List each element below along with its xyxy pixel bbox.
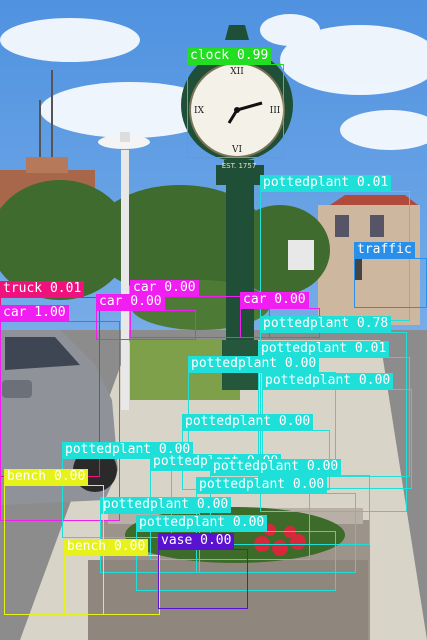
detection-label: traffic — [354, 242, 415, 258]
detection-label: pottedplant 0.00 — [182, 414, 314, 430]
detection-label: clock 0.99 — [187, 48, 272, 64]
detection-box: bench 0.00 — [64, 539, 160, 615]
detection-label: vase 0.00 — [158, 533, 235, 549]
detection-label: pottedplant 0.00 — [100, 497, 232, 513]
detection-label: pottedplant 0.01 — [258, 341, 390, 357]
detection-label: pottedplant 0.00 — [262, 373, 394, 389]
detection-box: traffic — [354, 242, 427, 308]
photo-scene: XII III VI IX EST. 1757 clock 0.99 pottedpl… — [0, 0, 427, 640]
detection-label: car 0.00 — [240, 292, 309, 308]
detection-label: pottedplant 0.00 — [196, 477, 328, 493]
detection-label: pottedplant 0.01 — [260, 175, 392, 191]
detection-label: car 1.00 — [0, 305, 69, 321]
detection-label: truck 0.01 — [0, 281, 85, 297]
detection-box: vase 0.00 — [158, 533, 248, 609]
detection-box: clock 0.99 — [187, 48, 284, 158]
detection-label: bench 0.00 — [64, 539, 149, 555]
detection-label: pottedplant 0.00 — [188, 356, 320, 372]
detection-label: pottedplant 0.00 — [136, 515, 268, 531]
detection-label: pottedplant 0.78 — [260, 316, 392, 332]
detection-label: bench 0.00 — [4, 469, 89, 485]
detection-label: pottedplant 0.00 — [210, 459, 342, 475]
detection-label: car 0.00 — [96, 294, 165, 310]
clock-plaque-text: EST. 1757 — [222, 162, 257, 170]
